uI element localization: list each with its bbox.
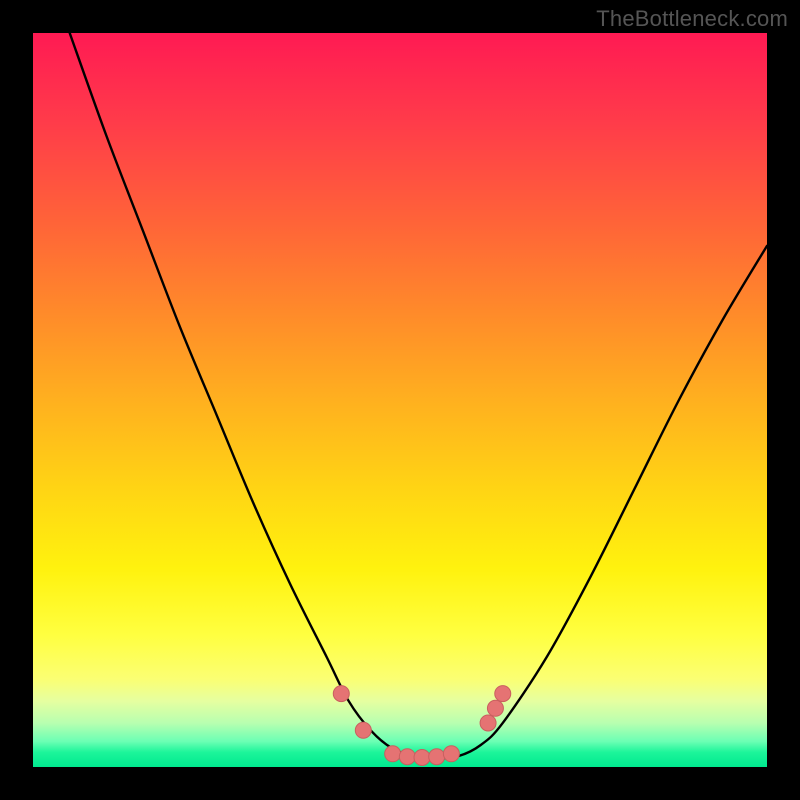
- marker-right-2: [487, 700, 503, 716]
- marker-flat-5: [443, 746, 459, 762]
- bottleneck-curve: [70, 33, 767, 758]
- marker-flat-1: [385, 746, 401, 762]
- watermark-text: TheBottleneck.com: [596, 6, 788, 32]
- marker-group: [333, 686, 510, 766]
- marker-flat-2: [399, 749, 415, 765]
- marker-right-1: [480, 715, 496, 731]
- marker-right-3: [495, 686, 511, 702]
- marker-left-1: [333, 686, 349, 702]
- plot-area: [33, 33, 767, 767]
- marker-left-2: [355, 722, 371, 738]
- curve-layer: [33, 33, 767, 767]
- chart-frame: TheBottleneck.com: [0, 0, 800, 800]
- marker-flat-4: [429, 749, 445, 765]
- marker-flat-3: [414, 749, 430, 765]
